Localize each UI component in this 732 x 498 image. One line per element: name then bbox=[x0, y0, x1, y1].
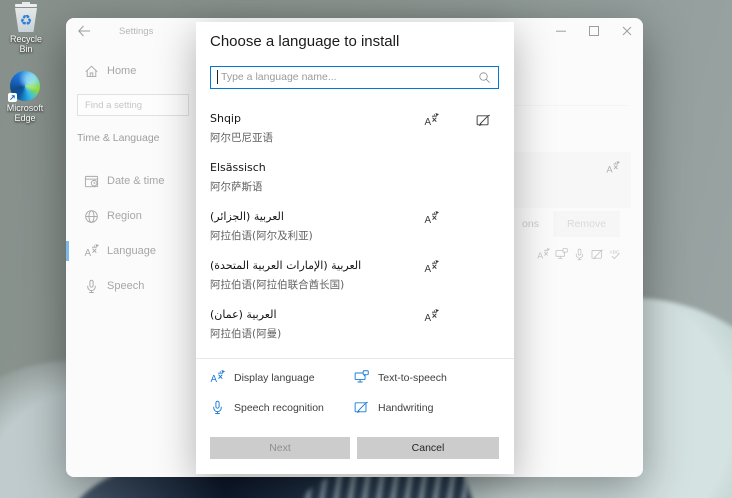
legend-label: Speech recognition bbox=[234, 401, 324, 414]
search-icon bbox=[478, 71, 491, 84]
legend-label: Handwriting bbox=[378, 401, 434, 414]
recycle-bin-icon: ♻ bbox=[14, 2, 38, 32]
dialog-title: Choose a language to install bbox=[210, 33, 400, 50]
text-caret bbox=[217, 70, 218, 84]
display-language-icon: A bbox=[210, 370, 225, 385]
language-list: Shqip 阿尔巴尼亚语 A Elsässisch 阿尔萨斯语 العربية (الجز… bbox=[196, 110, 514, 355]
language-name: العربية (عمان) bbox=[210, 308, 277, 321]
language-search-input[interactable]: Type a language name... bbox=[210, 66, 499, 89]
desktop: ♻ Recycle Bin Microsoft Edge Settings Ho… bbox=[0, 0, 732, 498]
next-button[interactable]: Next bbox=[210, 437, 350, 459]
settings-window: Settings Home Find a setting Time & Lang… bbox=[66, 18, 643, 477]
shortcut-arrow-icon bbox=[8, 93, 17, 102]
feature-legend: A Display language Text-to-speech Speech re… bbox=[210, 367, 502, 418]
language-localized-name: 阿尔巴尼亚语 bbox=[210, 132, 273, 144]
language-localized-name: 阿尔萨斯语 bbox=[210, 181, 263, 193]
cancel-button[interactable]: Cancel bbox=[357, 437, 499, 459]
language-row[interactable]: Shqip 阿尔巴尼亚语 A bbox=[196, 110, 514, 159]
dialog-divider bbox=[196, 358, 514, 359]
svg-text:A: A bbox=[424, 117, 431, 128]
language-row[interactable]: العربية (الجزائر) 阿拉伯语(阿尔及利亚) A bbox=[196, 208, 514, 257]
language-name: Shqip bbox=[210, 112, 241, 125]
language-row[interactable]: العربية (الإمارات العربية المتحدة) 阿拉伯语(阿… bbox=[196, 257, 514, 306]
language-name: العربية (الإمارات العربية المتحدة) bbox=[210, 259, 362, 272]
svg-text:A: A bbox=[424, 215, 431, 226]
display-language-icon: A bbox=[424, 309, 439, 324]
handwriting-icon bbox=[476, 113, 491, 128]
search-placeholder: Type a language name... bbox=[221, 71, 337, 83]
edge-logo-icon bbox=[8, 71, 40, 102]
legend-item-handwriting: Handwriting bbox=[354, 397, 502, 418]
legend-item-speech-recognition: Speech recognition bbox=[210, 397, 354, 418]
language-localized-name: 阿拉伯语(阿拉伯联合酋长国) bbox=[210, 279, 345, 291]
desktop-icon-recycle-bin[interactable]: ♻ Recycle Bin bbox=[3, 2, 49, 54]
legend-label: Text-to-speech bbox=[378, 371, 447, 384]
legend-item-display-language: A Display language bbox=[210, 367, 354, 388]
speech-recognition-icon bbox=[210, 400, 225, 415]
display-language-icon: A bbox=[424, 260, 439, 275]
language-localized-name: 阿拉伯语(阿尔及利亚) bbox=[210, 230, 313, 242]
display-language-icon: A bbox=[424, 113, 439, 128]
language-localized-name: 阿拉伯语(阿曼) bbox=[210, 328, 282, 340]
language-row[interactable]: العربية (عمان) 阿拉伯语(阿曼) A bbox=[196, 306, 514, 355]
desktop-icon-label: Recycle Bin bbox=[9, 34, 42, 54]
choose-language-dialog: Choose a language to install Type a lang… bbox=[196, 22, 514, 474]
legend-item-text-to-speech: Text-to-speech bbox=[354, 367, 502, 388]
language-name: Elsässisch bbox=[210, 161, 266, 174]
handwriting-icon bbox=[354, 400, 369, 415]
legend-label: Display language bbox=[234, 371, 315, 384]
text-to-speech-icon bbox=[354, 370, 369, 385]
language-name: العربية (الجزائر) bbox=[210, 210, 284, 223]
desktop-icon-microsoft-edge[interactable]: Microsoft Edge bbox=[2, 71, 48, 123]
display-language-icon: A bbox=[424, 211, 439, 226]
svg-text:A: A bbox=[424, 264, 431, 275]
svg-text:A: A bbox=[424, 313, 431, 324]
language-row[interactable]: Elsässisch 阿尔萨斯语 bbox=[196, 159, 514, 208]
desktop-icon-label: Microsoft Edge bbox=[6, 103, 44, 123]
svg-text:A: A bbox=[210, 374, 217, 385]
